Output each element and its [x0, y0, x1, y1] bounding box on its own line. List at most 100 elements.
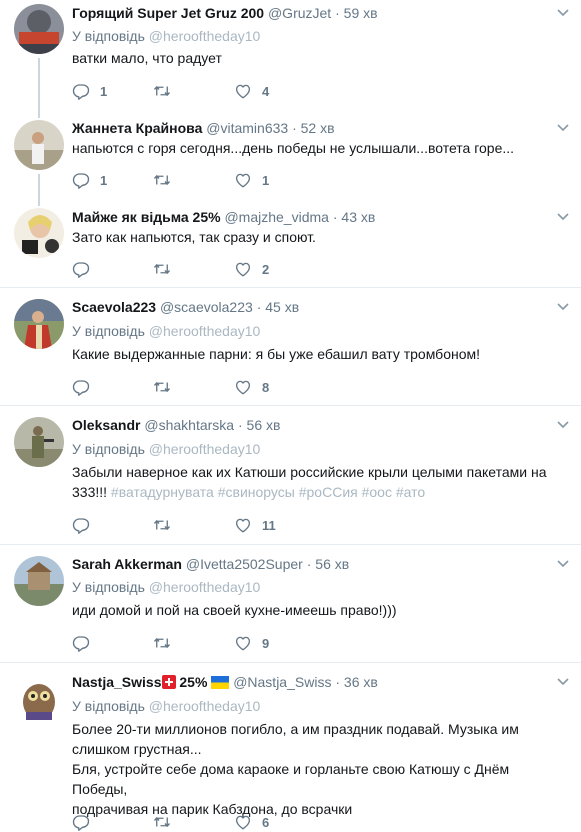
chevron-down-icon[interactable]	[557, 677, 569, 687]
retweet-button[interactable]	[152, 259, 182, 279]
chevron-down-icon[interactable]	[557, 420, 569, 430]
reply-button[interactable]	[72, 633, 100, 653]
display-name[interactable]: Горящий Super Jet Gruz 200	[72, 5, 264, 21]
tweet-text: Забыли наверное как их Катюши российские…	[72, 462, 567, 502]
hashtag-link[interactable]: #ато	[396, 484, 425, 500]
avatar[interactable]	[14, 120, 64, 170]
tweet-header: Горящий Super Jet Gruz 200 @GruzJet · 59…	[72, 4, 378, 22]
display-name[interactable]: Sarah Akkerman	[72, 556, 182, 572]
tweet[interactable]: Scaevola223 @scaevola223 · 45 хв У відпо…	[0, 287, 581, 405]
display-name[interactable]: Oleksandr	[72, 417, 140, 433]
timestamp[interactable]: 36 хв	[344, 674, 378, 690]
timestamp[interactable]: 59 хв	[344, 5, 378, 21]
avatar[interactable]	[14, 556, 64, 606]
reply-to-link[interactable]: @herooftheday10	[149, 579, 261, 595]
tweet-text: Более 20-ти миллионов погибло, а им праз…	[72, 719, 567, 819]
reply-button[interactable]: 1	[72, 81, 107, 101]
reply-button[interactable]: 1	[72, 170, 107, 190]
hashtag-link[interactable]: #свинорусы	[218, 484, 295, 500]
reply-to-link[interactable]: @herooftheday10	[149, 323, 261, 339]
timestamp[interactable]: 56 хв	[247, 417, 281, 433]
user-handle[interactable]: @scaevola223	[160, 299, 253, 315]
heart-icon	[234, 516, 252, 534]
user-handle[interactable]: @shakhtarska	[144, 417, 234, 433]
retweet-button[interactable]	[152, 633, 182, 653]
reply-count: 1	[100, 172, 108, 188]
like-button[interactable]: 1	[234, 170, 269, 190]
timestamp[interactable]: 43 хв	[341, 209, 375, 225]
timestamp[interactable]: 45 хв	[265, 299, 299, 315]
user-handle[interactable]: @vitamin633	[206, 120, 288, 136]
like-button[interactable]: 9	[234, 633, 269, 653]
tweet[interactable]: Sarah Akkerman @Ivetta2502Super · 56 хв …	[0, 544, 581, 662]
like-count: 1	[262, 172, 270, 188]
like-button[interactable]: 6	[234, 812, 269, 832]
like-count: 9	[262, 635, 270, 651]
tweet[interactable]: Майже як відьма 25% @majzhe_vidma · 43 х…	[0, 198, 581, 286]
hashtag-link[interactable]: #ватадурнувата	[111, 484, 214, 500]
timestamp[interactable]: 52 хв	[301, 120, 335, 136]
separator-dot: ·	[335, 674, 341, 690]
display-name[interactable]: Nastja_Swiss	[72, 674, 162, 690]
tweet-text: напьются с горя сегодня...день победы не…	[72, 140, 515, 156]
hashtag-link[interactable]: #роССия	[299, 484, 358, 500]
reply-to-link[interactable]: @herooftheday10	[149, 698, 261, 714]
reply-icon	[72, 813, 90, 831]
display-name[interactable]: Scaevola223	[72, 299, 156, 315]
tweet-header: Жаннета Крайнова @vitamin633 · 52 хв	[72, 119, 335, 137]
retweet-button[interactable]	[152, 812, 182, 832]
retweet-button[interactable]	[152, 81, 182, 101]
reply-to-link[interactable]: @herooftheday10	[149, 28, 261, 44]
like-button[interactable]: 2	[234, 259, 269, 279]
tweet-text-line: слишком грустная...	[72, 741, 202, 757]
like-button[interactable]: 8	[234, 377, 269, 397]
reply-button[interactable]	[72, 515, 100, 535]
tweet[interactable]: Горящий Super Jet Gruz 200 @GruzJet · 59…	[0, 0, 581, 110]
display-name[interactable]: Майже як відьма 25%	[72, 209, 221, 225]
chevron-down-icon[interactable]	[557, 8, 569, 18]
tweet-header: Майже як відьма 25% @majzhe_vidma · 43 х…	[72, 208, 375, 226]
tweet[interactable]: Oleksandr @shakhtarska · 56 хв У відпові…	[0, 405, 581, 544]
tweet[interactable]: Nastja_Swiss 25% @Nastja_Swiss · 36 хв У…	[0, 662, 581, 832]
tweet-header: Oleksandr @shakhtarska · 56 хв	[72, 416, 280, 434]
like-button[interactable]: 11	[234, 515, 276, 535]
user-handle[interactable]: @majzhe_vidma	[224, 209, 328, 225]
like-count: 6	[262, 814, 270, 830]
avatar[interactable]	[14, 674, 64, 724]
hashtag-link[interactable]: #оос	[362, 484, 392, 500]
separator-dot: ·	[335, 5, 340, 21]
retweet-icon	[152, 82, 172, 100]
reply-button[interactable]	[72, 377, 100, 397]
user-handle[interactable]: @GruzJet	[268, 5, 331, 21]
user-handle[interactable]: @Nastja_Swiss	[233, 674, 331, 690]
avatar[interactable]	[14, 208, 64, 258]
avatar[interactable]	[14, 4, 64, 54]
display-name[interactable]: Жаннета Крайнова	[72, 120, 202, 136]
reply-to-link[interactable]: @herooftheday10	[149, 441, 261, 457]
tweet[interactable]: Жаннета Крайнова @vitamin633 · 52 хв нап…	[0, 110, 581, 198]
chevron-down-icon[interactable]	[557, 559, 569, 569]
like-count: 2	[262, 261, 270, 277]
chevron-down-icon[interactable]	[557, 302, 569, 312]
reply-button[interactable]	[72, 812, 100, 832]
thread-line	[38, 174, 40, 198]
chevron-down-icon[interactable]	[557, 212, 569, 222]
user-handle[interactable]: @Ivetta2502Super	[186, 556, 303, 572]
tweet-text: ватки мало, что радует	[72, 50, 222, 66]
retweet-button[interactable]	[152, 515, 182, 535]
avatar[interactable]	[14, 417, 64, 467]
reply-button[interactable]	[72, 259, 100, 279]
retweet-button[interactable]	[152, 377, 182, 397]
chevron-down-icon[interactable]	[557, 123, 569, 133]
heart-icon	[234, 260, 252, 278]
retweet-button[interactable]	[152, 170, 182, 190]
tweet-header: Nastja_Swiss 25% @Nastja_Swiss · 36 хв	[72, 673, 378, 691]
heart-icon	[234, 82, 252, 100]
tweet-header: Scaevola223 @scaevola223 · 45 хв	[72, 298, 299, 316]
tweet-text: Какие выдержанные парни: я бы уже ебашил…	[72, 346, 481, 362]
timestamp[interactable]: 56 хв	[315, 556, 349, 572]
like-button[interactable]: 4	[234, 81, 269, 101]
reply-context: У відповідь @herooftheday10	[72, 322, 260, 340]
avatar[interactable]	[14, 299, 64, 349]
swiss-flag-icon	[161, 675, 176, 689]
